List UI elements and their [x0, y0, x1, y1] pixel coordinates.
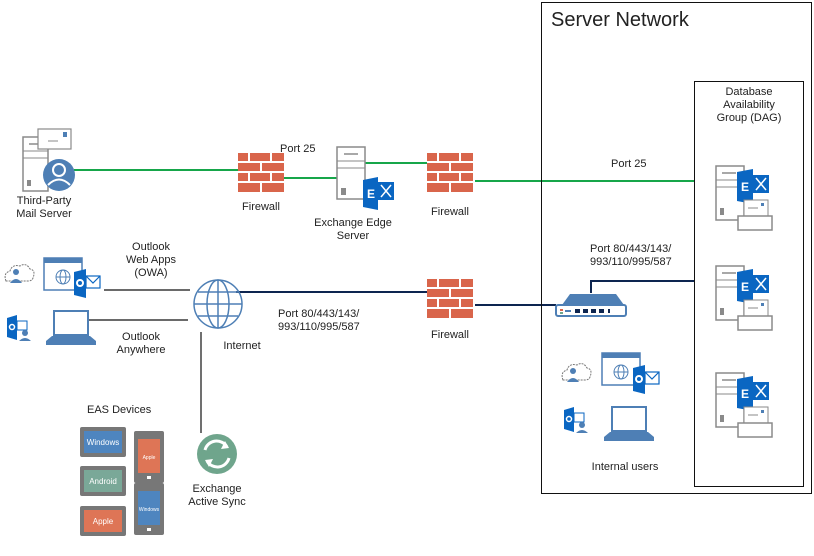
dag-mailbox-server-icon: E	[715, 265, 773, 331]
svg-text:E: E	[741, 387, 749, 401]
svg-text:E: E	[741, 280, 749, 294]
dag-servers-svg: E E E	[715, 165, 773, 438]
dag-mailbox-server-icon: E	[715, 372, 773, 438]
svg-text:E: E	[741, 180, 749, 194]
dag-mailbox-server-icon: E	[715, 165, 773, 231]
